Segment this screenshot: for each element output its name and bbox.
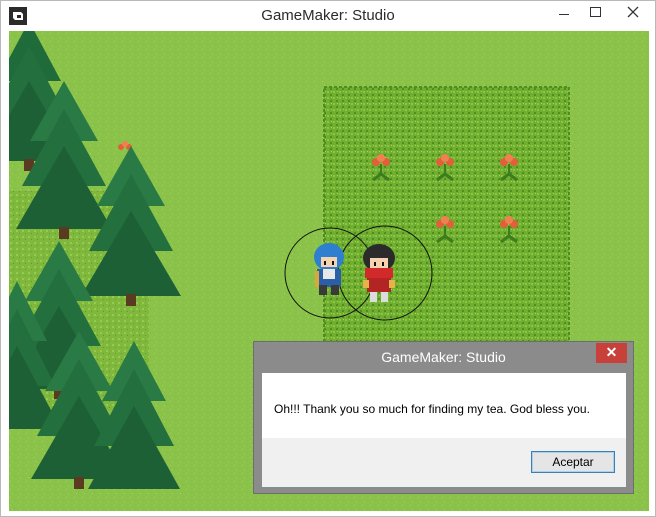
maximize-icon[interactable]: [581, 1, 611, 23]
dialog-title: GameMaker: Studio: [381, 349, 506, 365]
message-dialog: GameMaker: Studio ✕ Oh!!! Thank you so m…: [253, 341, 634, 494]
dialog-body: Oh!!! Thank you so much for finding my t…: [262, 373, 626, 487]
dialog-footer: Aceptar: [262, 438, 626, 487]
close-icon: ✕: [605, 344, 618, 360]
ok-button[interactable]: Aceptar: [531, 451, 615, 473]
title-bar[interactable]: GameMaker: Studio: [1, 1, 655, 31]
dialog-message: Oh!!! Thank you so much for finding my t…: [274, 402, 590, 416]
close-icon[interactable]: [613, 1, 653, 23]
main-window: GameMaker: Studio GameMaker: Studio ✕ Oh…: [0, 0, 656, 517]
minimize-icon[interactable]: [549, 1, 579, 23]
dialog-close-button[interactable]: ✕: [596, 343, 627, 363]
